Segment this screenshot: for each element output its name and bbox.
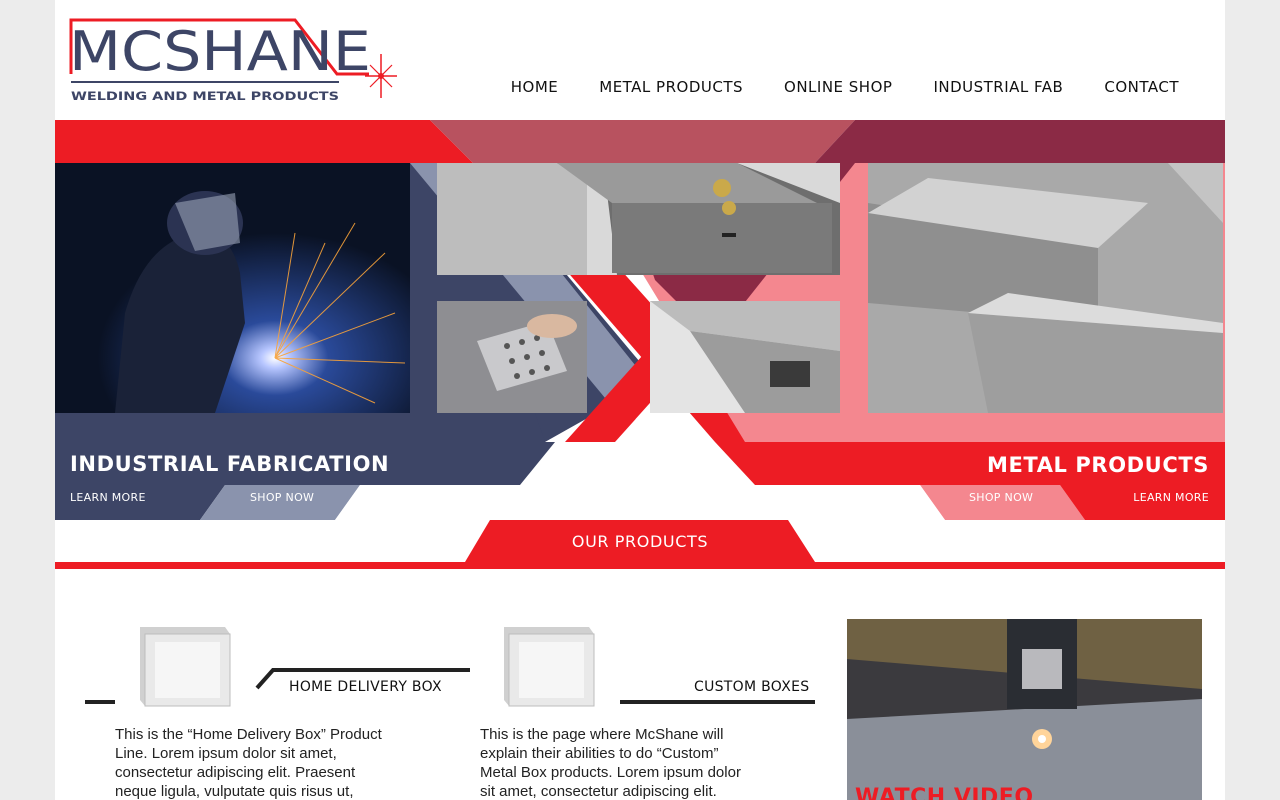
- home-delivery-box-description: This is the “Home Delivery Box” Product …: [115, 726, 382, 800]
- metal-products-title: METAL PRODUCTS: [986, 453, 1209, 477]
- our-products-heading[interactable]: OUR PRODUCTS: [467, 532, 813, 551]
- logo-wordmark: MCSHANE: [69, 20, 371, 83]
- industrial-fabrication-title: INDUSTRIAL FABRICATION: [70, 452, 390, 476]
- custom-boxes-image[interactable]: [499, 622, 599, 708]
- nav-metal-products[interactable]: METAL PRODUCTS: [599, 78, 743, 96]
- mcshane-logo[interactable]: MCSHANE WELDING AND METAL PRODUCTS: [69, 18, 399, 108]
- page: MCSHANE WELDING AND METAL PRODUCTS HOME …: [55, 0, 1225, 800]
- laser-cutting-video-thumbnail[interactable]: [847, 619, 1202, 800]
- nav-industrial-fab[interactable]: INDUSTRIAL FAB: [933, 78, 1063, 96]
- watch-video-label[interactable]: WATCH VIDEO: [855, 785, 1034, 800]
- industrial-learn-more-button[interactable]: LEARN MORE: [70, 491, 146, 504]
- metal-toolbox-photo: [650, 301, 840, 413]
- metal-shop-now-button[interactable]: SHOP NOW: [969, 491, 1033, 504]
- nav-online-shop[interactable]: ONLINE SHOP: [784, 78, 892, 96]
- perforated-part-photo: [437, 301, 587, 413]
- nav-home[interactable]: HOME: [511, 78, 559, 96]
- lockbox-photo: [437, 163, 840, 275]
- custom-boxes-rule: [620, 700, 815, 704]
- industrial-shop-now-button[interactable]: SHOP NOW: [250, 491, 314, 504]
- metal-learn-more-button[interactable]: LEARN MORE: [1133, 491, 1209, 504]
- welder-photo: [55, 163, 410, 413]
- home-delivery-box-title[interactable]: HOME DELIVERY BOX: [289, 679, 442, 695]
- logo-tagline: WELDING AND METAL PRODUCTS: [71, 89, 339, 103]
- main-nav: HOME METAL PRODUCTS ONLINE SHOP INDUSTRI…: [511, 78, 1179, 96]
- hero-banner: INDUSTRIAL FABRICATION LEARN MORE SHOP N…: [55, 120, 1225, 520]
- drawer-boxes-photo: [868, 163, 1223, 413]
- products-rule: [55, 562, 1225, 569]
- nav-contact[interactable]: CONTACT: [1104, 78, 1179, 96]
- custom-boxes-title[interactable]: CUSTOM BOXES: [694, 679, 809, 695]
- custom-boxes-description: This is the page where McShane will expl…: [480, 726, 741, 800]
